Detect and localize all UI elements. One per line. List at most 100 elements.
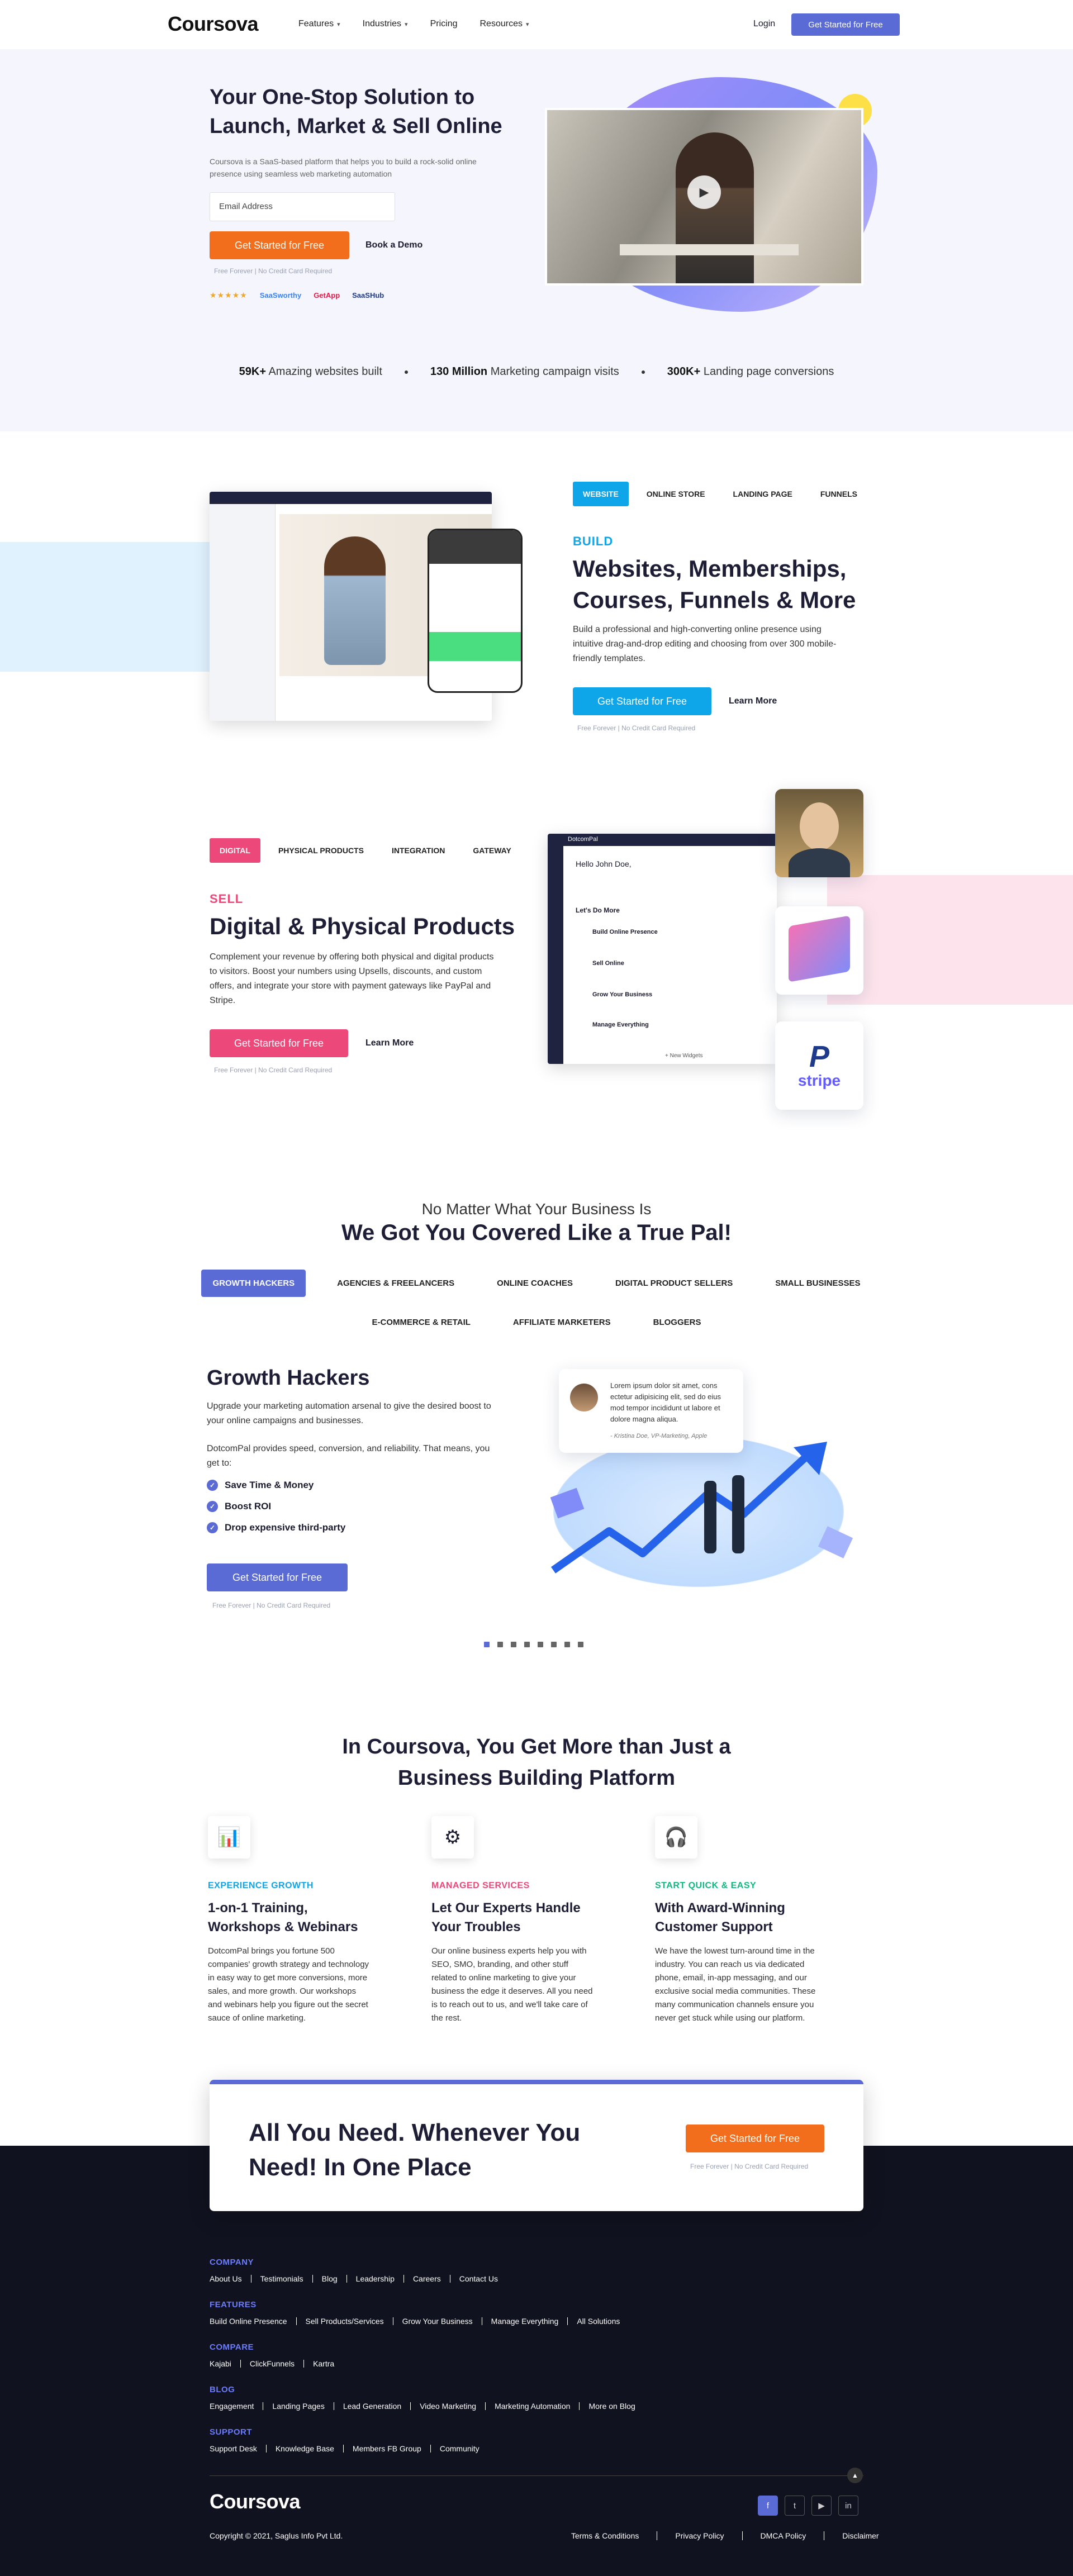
tab-integration[interactable]: INTEGRATION xyxy=(382,838,455,863)
tab-agencies[interactable]: AGENCIES & FREELANCERS xyxy=(326,1270,466,1297)
footer-legal-link[interactable]: DMCA Policy xyxy=(742,2531,824,2540)
sell-learn-more-link[interactable]: Learn More xyxy=(365,1038,414,1048)
feature-eyebrow: EXPERIENCE GROWTH xyxy=(208,1881,314,1890)
tab-website[interactable]: WEBSITE xyxy=(573,482,629,506)
feature-title: With Award-Winning Customer Support xyxy=(655,1900,785,1935)
tab-growth-hackers[interactable]: GROWTH HACKERS xyxy=(201,1270,306,1297)
logo[interactable]: Coursova xyxy=(168,12,259,36)
twitter-icon[interactable]: t xyxy=(785,2496,805,2516)
build-get-started-button[interactable]: Get Started for Free xyxy=(573,687,711,715)
feature-text: We have the lowest turn-around time in t… xyxy=(655,1946,816,2023)
footer-legal-link[interactable]: Terms & Conditions xyxy=(553,2531,657,2540)
email-field[interactable]: Email Address xyxy=(210,192,395,221)
footer-link[interactable]: Manage Everything xyxy=(481,2317,568,2325)
footer-link[interactable]: Kartra xyxy=(303,2360,343,2368)
audience-tabs-row1: GROWTH HACKERS AGENCIES & FREELANCERS ON… xyxy=(0,1270,1073,1297)
pager-dot[interactable] xyxy=(538,1642,543,1647)
nav-industries[interactable]: Industries ▾ xyxy=(363,19,408,29)
tab-gateway[interactable]: GATEWAY xyxy=(463,838,521,863)
nav-get-started-button[interactable]: Get Started for Free xyxy=(791,13,900,36)
footer-link[interactable]: Video Marketing xyxy=(410,2402,485,2410)
login-link[interactable]: Login xyxy=(753,19,775,29)
feature-training: 📊 EXPERIENCE GROWTH 1-on-1 Training, Wor… xyxy=(208,1816,370,2025)
scroll-top-button[interactable]: ▲ xyxy=(847,2468,863,2483)
sell-tabs: DIGITAL PHYSICAL PRODUCTS INTEGRATION GA… xyxy=(210,838,521,863)
pager-dot[interactable] xyxy=(564,1642,570,1647)
dashboard-item-sell[interactable]: Sell Online xyxy=(592,960,624,967)
footer-link[interactable]: Build Online Presence xyxy=(210,2317,296,2325)
feature-eyebrow: START QUICK & EASY xyxy=(655,1881,757,1890)
tab-digital-product-sellers[interactable]: DIGITAL PRODUCT SELLERS xyxy=(604,1270,744,1297)
play-button[interactable]: ▶ xyxy=(687,175,721,209)
nav-features[interactable]: Features ▾ xyxy=(298,19,340,29)
footer-link[interactable]: Sell Products/Services xyxy=(296,2317,393,2325)
footer-link[interactable]: Members FB Group xyxy=(343,2445,430,2453)
tab-funnels[interactable]: FUNNELS xyxy=(810,482,867,506)
tab-landing-page[interactable]: LANDING PAGE xyxy=(723,482,803,506)
dashboard-item-grow[interactable]: Grow Your Business xyxy=(592,991,652,998)
footer-link[interactable]: Kajabi xyxy=(210,2360,240,2368)
footer-link[interactable]: Testimonials xyxy=(250,2275,312,2283)
footer-link[interactable]: Contact Us xyxy=(449,2275,507,2283)
footer-link[interactable]: Blog xyxy=(312,2275,346,2283)
sell-dashboard-mockup: DotcomPal Hello John Doe, Let's Do More … xyxy=(548,834,777,1064)
cta-get-started-button[interactable]: Get Started for Free xyxy=(686,2125,824,2152)
tab-online-store[interactable]: ONLINE STORE xyxy=(637,482,715,506)
stripe-logo: stripe xyxy=(797,1072,841,1089)
pager-dot[interactable] xyxy=(524,1642,530,1647)
footer-link[interactable]: Support Desk xyxy=(210,2445,266,2453)
pager-dot[interactable] xyxy=(551,1642,557,1647)
footer-link[interactable]: Marketing Automation xyxy=(485,2402,579,2410)
review-badges: ★★★★★ SaaSworthy GetApp SaaSHub xyxy=(210,291,384,300)
footer-link[interactable]: All Solutions xyxy=(567,2317,629,2325)
growth-illustration xyxy=(550,1442,853,1574)
footer-legal-link[interactable]: Disclaimer xyxy=(824,2531,896,2540)
facebook-icon[interactable]: f xyxy=(758,2496,778,2516)
growth-get-started-button[interactable]: Get Started for Free xyxy=(207,1563,348,1591)
nav-pricing[interactable]: Pricing xyxy=(430,19,458,29)
footer-link[interactable]: About Us xyxy=(210,2275,251,2283)
check-icon: ✓ xyxy=(207,1522,218,1533)
growth-text-2: DotcomPal provides speed, conversion, an… xyxy=(207,1444,490,1468)
nav-resources[interactable]: Resources ▾ xyxy=(479,19,529,29)
dashboard-item-build[interactable]: Build Online Presence xyxy=(592,929,658,935)
tab-bloggers[interactable]: BLOGGERS xyxy=(642,1309,713,1336)
footer-link[interactable]: Careers xyxy=(403,2275,450,2283)
pager-dot[interactable] xyxy=(484,1642,490,1647)
tab-physical-products[interactable]: PHYSICAL PRODUCTS xyxy=(268,838,374,863)
sell-get-started-button[interactable]: Get Started for Free xyxy=(210,1029,348,1057)
dashboard-new-widgets[interactable]: + New Widgets xyxy=(665,1053,703,1059)
build-title: Websites, Memberships, Courses, Funnels … xyxy=(573,555,856,613)
footer-link[interactable]: Grow Your Business xyxy=(392,2317,482,2325)
youtube-icon[interactable]: ▶ xyxy=(811,2496,832,2516)
hero-get-started-button[interactable]: Get Started for Free xyxy=(210,231,349,259)
pager-dot[interactable] xyxy=(497,1642,503,1647)
tab-small-businesses[interactable]: SMALL BUSINESSES xyxy=(764,1270,871,1297)
footer-link[interactable]: Engagement xyxy=(210,2402,263,2410)
testimonial-quote: Lorem ipsum dolor sit amet, cons ectetur… xyxy=(610,1381,721,1423)
footer-link[interactable]: Community xyxy=(430,2445,488,2453)
feature-title: Let Our Experts Handle Your Troubles xyxy=(431,1900,581,1935)
feature-managed-services: ⚙ MANAGED SERVICES Let Our Experts Handl… xyxy=(431,1816,594,2025)
build-learn-more-link[interactable]: Learn More xyxy=(729,696,777,706)
footer-link[interactable]: Lead Generation xyxy=(333,2402,410,2410)
pager-dot[interactable] xyxy=(578,1642,583,1647)
footer-link[interactable]: More on Blog xyxy=(579,2402,644,2410)
footer-link[interactable]: ClickFunnels xyxy=(240,2360,303,2368)
footer-legal-link[interactable]: Privacy Policy xyxy=(657,2531,742,2540)
tab-ecommerce[interactable]: E-COMMERCE & RETAIL xyxy=(361,1309,482,1336)
feature-text: DotcomPal brings you fortune 500 compani… xyxy=(208,1946,369,2023)
footer-link[interactable]: Knowledge Base xyxy=(265,2445,343,2453)
tab-online-coaches[interactable]: ONLINE COACHES xyxy=(486,1270,584,1297)
book-demo-link[interactable]: Book a Demo xyxy=(365,240,422,250)
tab-affiliate-marketers[interactable]: AFFILIATE MARKETERS xyxy=(502,1309,622,1336)
footer-logo[interactable]: Coursova xyxy=(210,2490,301,2513)
dashboard-greeting: Hello John Doe, xyxy=(576,859,632,868)
linkedin-icon[interactable]: in xyxy=(838,2496,858,2516)
footer-link[interactable]: Leadership xyxy=(346,2275,403,2283)
dashboard-item-manage[interactable]: Manage Everything xyxy=(592,1021,649,1028)
growth-arrow-line xyxy=(550,1449,813,1574)
footer-link[interactable]: Landing Pages xyxy=(263,2402,333,2410)
tab-digital[interactable]: DIGITAL xyxy=(210,838,260,863)
pager-dot[interactable] xyxy=(511,1642,516,1647)
